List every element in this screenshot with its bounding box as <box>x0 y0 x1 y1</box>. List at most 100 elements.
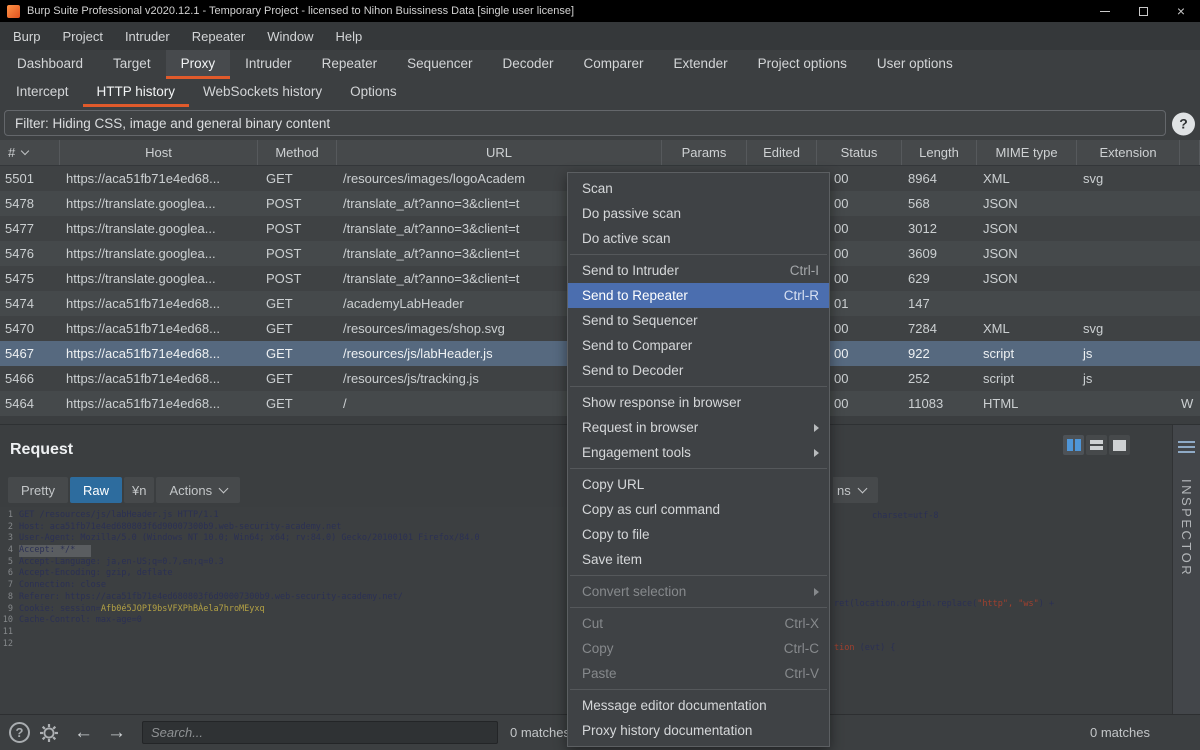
menu-item-request-in-browser[interactable]: Request in browser <box>568 415 829 440</box>
menu-item-help[interactable]: Help <box>324 22 373 50</box>
column-header-length[interactable]: Length <box>902 140 977 165</box>
cell-num: 5478 <box>5 196 34 211</box>
cell-mime: XML <box>983 321 1010 336</box>
request-tab-actions[interactable]: Actions <box>156 477 241 503</box>
minimize-button[interactable] <box>1086 0 1124 22</box>
menu-item-scan[interactable]: Scan <box>568 176 829 201</box>
subtab-websockets-history[interactable]: WebSockets history <box>189 79 336 107</box>
menu-item-send-to-repeater[interactable]: Send to Repeater Ctrl-R <box>568 283 829 308</box>
tab-repeater[interactable]: Repeater <box>307 50 393 79</box>
column-header-label: Edited <box>763 145 800 160</box>
tab-comparer[interactable]: Comparer <box>569 50 659 79</box>
menu-item-shortcut: Ctrl-I <box>789 263 819 278</box>
search-input[interactable] <box>142 721 498 744</box>
hamburger-menu-icon[interactable] <box>1178 441 1195 453</box>
columns-icon <box>1066 439 1073 451</box>
menu-item-project[interactable]: Project <box>51 22 113 50</box>
column-header-status[interactable]: Status <box>817 140 902 165</box>
layout-single-button[interactable] <box>1109 435 1130 455</box>
menu-item-show-response-in-browser[interactable]: Show response in browser <box>568 390 829 415</box>
column-header-edited[interactable]: Edited <box>747 140 817 165</box>
column-header-method[interactable]: Method <box>258 140 337 165</box>
menu-item-copy-to-file[interactable]: Copy to file <box>568 522 829 547</box>
menu-item-engagement-tools[interactable]: Engagement tools <box>568 440 829 465</box>
menu-item-proxy-history-documentation[interactable]: Proxy history documentation <box>568 718 829 743</box>
column-header-params[interactable]: Params <box>662 140 747 165</box>
cell-method: POST <box>266 221 302 236</box>
layout-columns-button[interactable] <box>1063 435 1084 455</box>
menu-item-send-to-comparer[interactable]: Send to Comparer <box>568 333 829 358</box>
menu-item-burp[interactable]: Burp <box>2 22 51 50</box>
menu-item-label: Copy URL <box>582 477 645 492</box>
previous-match-button[interactable]: ← <box>74 723 93 742</box>
tab-extender[interactable]: Extender <box>659 50 743 79</box>
menu-bar: Burp Project Intruder Repeater Window Help <box>0 22 1200 50</box>
cell-host: https://aca51fb71e4ed68... <box>66 321 220 336</box>
request-line: 1 GET /resources/js/labHeader.js HTTP/1.1 <box>0 510 587 522</box>
menu-item-window[interactable]: Window <box>256 22 324 50</box>
close-button[interactable]: × <box>1162 0 1200 22</box>
cell-num: 5467 <box>5 346 34 361</box>
tab-intruder[interactable]: Intruder <box>230 50 307 79</box>
column-header-title[interactable] <box>1180 140 1200 165</box>
cell-length: 922 <box>908 346 930 361</box>
menu-item-repeater[interactable]: Repeater <box>181 22 256 50</box>
tab-target[interactable]: Target <box>98 50 166 79</box>
request-line: 6 Accept-Encoding: gzip, deflate <box>0 568 587 580</box>
column-header-url[interactable]: URL <box>337 140 662 165</box>
cell-host: https://translate.googlea... <box>66 196 216 211</box>
search-help-button[interactable]: ? <box>9 722 30 743</box>
menu-item-cut: Cut Ctrl-X <box>568 611 829 636</box>
request-editor[interactable]: 1 GET /resources/js/labHeader.js HTTP/1.1… <box>0 507 587 714</box>
layout-rows-button[interactable] <box>1086 435 1107 455</box>
response-actions-button-fragment[interactable]: ns <box>833 477 878 503</box>
request-tab-newline[interactable]: ¥n <box>123 477 155 503</box>
menu-item-send-to-decoder[interactable]: Send to Decoder <box>568 358 829 383</box>
tab-dashboard[interactable]: Dashboard <box>2 50 98 79</box>
menu-item-do-passive-scan[interactable]: Do passive scan <box>568 201 829 226</box>
line-number: 4 <box>7 545 13 556</box>
menu-item-copy: Copy Ctrl-C <box>568 636 829 661</box>
menu-item-intruder[interactable]: Intruder <box>114 22 181 50</box>
menu-item-send-to-sequencer[interactable]: Send to Sequencer <box>568 308 829 333</box>
request-line: 10 Cache-Control: max-age=0 <box>0 615 587 627</box>
menu-item-label: Send to Intruder <box>582 263 679 278</box>
subtab-options[interactable]: Options <box>336 79 411 107</box>
menu-item-save-item[interactable]: Save item <box>568 547 829 572</box>
tab-proxy[interactable]: Proxy <box>165 50 231 79</box>
request-line: 2 Host: aca51fb71e4ed680803f6d90007300b9.… <box>0 522 587 534</box>
menu-item-message-editor-documentation[interactable]: Message editor documentation <box>568 693 829 718</box>
request-tab-raw[interactable]: Raw <box>69 477 122 503</box>
tab-decoder[interactable]: Decoder <box>487 50 568 79</box>
request-tab-pretty[interactable]: Pretty <box>8 477 68 503</box>
tab-user-options[interactable]: User options <box>862 50 968 79</box>
column-header-label: Status <box>840 145 878 160</box>
menu-item-copy-url[interactable]: Copy URL <box>568 472 829 497</box>
inspector-panel[interactable]: INSPECTOR <box>1172 425 1200 714</box>
column-header-extension[interactable]: Extension <box>1077 140 1180 165</box>
menu-item-copy-as-curl-command[interactable]: Copy as curl command <box>568 497 829 522</box>
cell-title: W <box>1181 396 1194 411</box>
chevron-down-icon <box>857 483 868 494</box>
filter-help-button[interactable]: ? <box>1172 112 1195 135</box>
column-header-number[interactable]: # <box>0 140 60 165</box>
history-table-header: # Host Method URL Params Edited Status Length MI… <box>0 140 1200 166</box>
filter-box[interactable]: Filter: Hiding CSS, image and general bi… <box>4 110 1166 136</box>
subtab-http-history[interactable]: HTTP history <box>82 79 190 107</box>
column-header-host[interactable]: Host <box>60 140 258 165</box>
subtab-intercept[interactable]: Intercept <box>2 79 83 107</box>
search-settings-button[interactable] <box>38 722 60 744</box>
maximize-button[interactable] <box>1124 0 1162 22</box>
single-pane-icon <box>1113 439 1126 451</box>
menu-item-do-active-scan[interactable]: Do active scan <box>568 226 829 251</box>
tab-project-options[interactable]: Project options <box>743 50 862 79</box>
column-header-mime-type[interactable]: MIME type <box>977 140 1077 165</box>
menu-item-send-to-intruder[interactable]: Send to Intruder Ctrl-I <box>568 258 829 283</box>
cell-method: GET <box>266 396 293 411</box>
columns-icon <box>1074 439 1081 451</box>
tab-sequencer[interactable]: Sequencer <box>392 50 487 79</box>
request-line: 5 Accept-Language: ja,en-US;q=0.7,en;q=0.… <box>0 557 587 569</box>
menu-item-label: Send to Sequencer <box>582 313 698 328</box>
next-match-button[interactable]: → <box>107 723 126 742</box>
cell-num: 5464 <box>5 396 34 411</box>
